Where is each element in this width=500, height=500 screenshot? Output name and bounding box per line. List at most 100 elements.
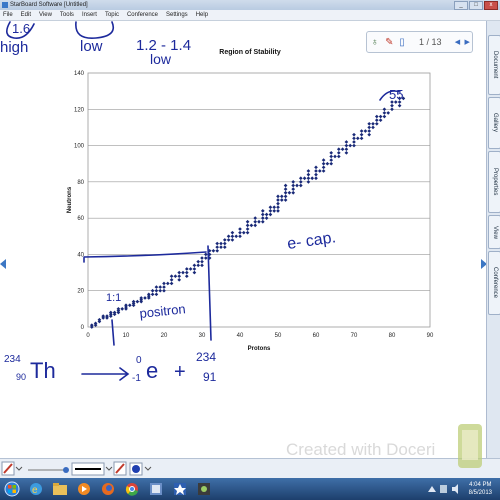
menu-view[interactable]: View: [39, 10, 52, 20]
ink-th-mass: 234: [4, 354, 21, 365]
y-tick-label: 80: [77, 180, 84, 186]
window-controls: _ □ x: [454, 1, 498, 10]
maximize-button[interactable]: □: [469, 1, 483, 10]
nav-prev-icon[interactable]: ◀: [453, 38, 463, 46]
tab-view-label: View: [492, 225, 498, 239]
ink-e-atomic: -1: [132, 373, 141, 384]
tab-conference[interactable]: Conference: [488, 251, 500, 315]
svg-text:e: e: [32, 485, 38, 496]
dropdown-chevron-icon[interactable]: [15, 466, 23, 471]
tab-document-label: Document: [492, 51, 498, 79]
tab-document[interactable]: Document: [488, 35, 500, 95]
board-svg: 0 10 20 30 40 50 60 70 80 90 020406080100120140 R…: [0, 21, 434, 384]
ink-low-1: low: [80, 38, 103, 55]
y-tick-label: 20: [77, 289, 84, 295]
menu-file[interactable]: File: [3, 10, 13, 20]
x-tick-label: 70: [351, 333, 358, 339]
y-tick-label: 0: [81, 325, 85, 331]
x-tick-label: 0: [86, 333, 90, 339]
chrome-taskbar-icon[interactable]: [122, 480, 142, 498]
ink-low-2: low: [150, 51, 172, 67]
ink-plus: +: [174, 361, 186, 383]
ink-th-atomic: 90: [16, 372, 26, 382]
menu-help[interactable]: Help: [196, 10, 208, 20]
color-swatch-icon: [132, 465, 140, 473]
page-counter: 1 / 13: [418, 37, 442, 47]
tab-conference-label: Conference: [492, 267, 498, 299]
ink-circle-2: [75, 21, 115, 39]
y-tick-label: 120: [74, 107, 85, 113]
menu-insert[interactable]: Insert: [82, 10, 97, 20]
bottom-toolbar-svg: [1, 461, 152, 476]
menu-conference[interactable]: Conference: [127, 10, 158, 20]
minimize-button[interactable]: _: [454, 1, 468, 10]
ink-pa-atomic: 91: [203, 370, 217, 384]
tray-icons: [428, 484, 458, 494]
starboard-taskbar-icon[interactable]: [170, 480, 190, 498]
menu-topic[interactable]: Topic: [105, 10, 119, 20]
whiteboard-canvas[interactable]: 0 10 20 30 40 50 60 70 80 90 0 20 40 60 80 100 120 140 R…: [0, 21, 487, 458]
select-tool-icon[interactable]: ♁: [367, 37, 383, 48]
ink-55: 55: [389, 87, 403, 102]
network-icon[interactable]: [440, 485, 447, 493]
windows-taskbar: e 4:04 PM 8/5/2013: [0, 478, 500, 500]
title-bar: StarBoard Software [Untitled] _ □ x: [0, 0, 500, 10]
close-button[interactable]: x: [484, 1, 498, 10]
x-tick-label: 20: [161, 333, 168, 339]
doceri-logo-icon: [458, 424, 482, 468]
system-clock[interactable]: 4:04 PM 8/5/2013: [469, 481, 492, 497]
x-axis-label: Protons: [248, 346, 271, 352]
line-style-chevron-icon[interactable]: [105, 466, 113, 471]
x-tick-labels: 0 10 20 30 40 50 60 70 80 90: [86, 333, 434, 339]
side-panel: Document Gallery Properties View Confere…: [486, 21, 500, 458]
pen-tool-icon[interactable]: ✎: [383, 37, 397, 48]
plot-area: [87, 72, 431, 328]
windows-logo-icon: [4, 481, 20, 497]
tab-properties-label: Properties: [492, 168, 498, 196]
start-button[interactable]: [2, 480, 22, 498]
media-player-taskbar-icon[interactable]: [74, 480, 94, 498]
x-tick-label: 50: [275, 333, 282, 339]
x-tick-label: 40: [237, 333, 244, 339]
tab-properties[interactable]: Properties: [488, 151, 500, 213]
ink-arrow: [81, 367, 130, 381]
firefox-taskbar-icon[interactable]: [98, 480, 118, 498]
volume-icon[interactable]: [452, 484, 458, 494]
x-tick-label: 60: [313, 333, 320, 339]
ink-e-symbol: e: [146, 358, 158, 383]
y-tick-label: 100: [74, 144, 85, 150]
menu-edit[interactable]: Edit: [21, 10, 31, 20]
page-nav-toolbar: ♁ ✎ ▯ 1 / 13 ◀ ▶: [366, 31, 473, 53]
menu-tools[interactable]: Tools: [60, 10, 74, 20]
x-tick-label: 30: [199, 333, 206, 339]
ie-taskbar-icon[interactable]: e: [26, 480, 46, 498]
ink-ratio: 1:1: [106, 292, 121, 304]
bottom-toolbar: [0, 458, 500, 479]
ink-high: high: [0, 39, 28, 56]
y-tick-label: 140: [74, 71, 85, 77]
folder-taskbar-icon[interactable]: [50, 480, 70, 498]
clock-date: 8/5/2013: [468, 490, 492, 496]
x-tick-label: 10: [123, 333, 130, 339]
ink-e-mass: 0: [136, 355, 142, 366]
tab-gallery-label: Gallery: [492, 113, 498, 133]
nav-next-icon[interactable]: ▶: [462, 38, 472, 46]
app-icon: [2, 2, 8, 8]
x-tick-label: 80: [389, 333, 396, 339]
show-hidden-icons-icon[interactable]: [428, 486, 436, 492]
app-taskbar-icon[interactable]: [146, 480, 166, 498]
width-slider-handle[interactable]: [63, 467, 69, 473]
color-chevron-icon[interactable]: [144, 466, 152, 471]
tool-taskbar-icon[interactable]: [194, 480, 214, 498]
tab-view[interactable]: View: [488, 215, 500, 249]
y-tick-labels: 020406080100120140: [74, 71, 85, 331]
chart-title: Region of Stability: [219, 49, 281, 56]
ink-th-symbol: Th: [30, 358, 56, 383]
y-axis-label: Neutrons: [67, 186, 73, 213]
tab-gallery[interactable]: Gallery: [488, 97, 500, 149]
watermark-text: Created with Doceri: [286, 440, 436, 459]
menu-settings[interactable]: Settings: [166, 10, 188, 20]
eraser-tool-icon[interactable]: ▯: [396, 37, 408, 48]
menu-bar: File Edit View Tools Insert Topic Confer…: [0, 10, 500, 21]
x-tick-label: 90: [427, 333, 434, 339]
